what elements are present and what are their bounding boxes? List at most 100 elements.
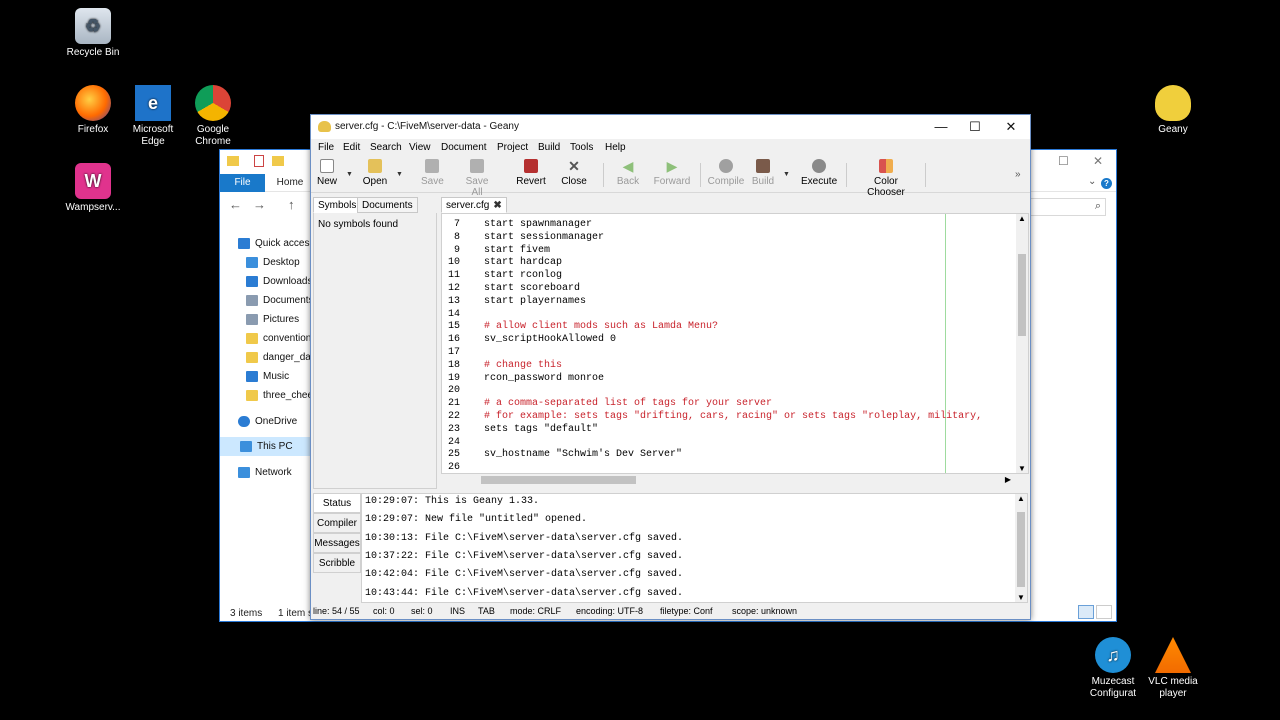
chevron-down-icon[interactable]: ▼ [783,171,790,178]
close-icon[interactable]: ✕ [1093,154,1103,168]
back-arrow-icon[interactable]: ← [229,197,242,212]
tab-status[interactable]: Status [313,493,361,513]
menu-document[interactable]: Document [441,142,487,153]
nav-item-this-pc[interactable]: This PC [220,437,312,456]
editor-vertical-scrollbar[interactable]: ▲ ▼ [1016,214,1028,473]
tab-scribble[interactable]: Scribble [313,553,361,573]
ribbon-tab-file[interactable]: File [220,174,265,192]
code-line[interactable]: 9 start fivem [442,244,922,257]
geany-titlebar[interactable]: server.cfg - C:\FiveM\server-data - Gean… [311,115,1030,139]
nav-item-downloads[interactable]: Downloads [246,272,312,291]
toolbar-overflow-icon[interactable]: » [1015,169,1021,180]
save-button[interactable]: Save [421,159,444,187]
chevron-down-icon[interactable]: ▼ [396,171,403,178]
code-line[interactable]: 14 [442,308,922,321]
open-button[interactable]: Open [362,159,388,187]
compile-button[interactable]: Compile [707,159,745,187]
code-line[interactable]: 22 # for example: sets tags "drifting, ca… [442,410,982,423]
code-line[interactable]: 25 sv_hostname "Schwim's Dev Server" [442,448,922,461]
tab-symbols[interactable]: Symbols [313,197,362,213]
tab-compiler[interactable]: Compiler [313,513,361,533]
forward-button[interactable]: ▶ Forward [653,159,691,187]
forward-arrow-icon[interactable]: → [253,197,266,212]
code-line[interactable]: 13 start playernames [442,295,922,308]
scroll-up-icon[interactable]: ▲ [1017,494,1025,503]
ribbon-tab-home[interactable]: Home [270,174,310,192]
nav-item-danger-day[interactable]: danger_day [246,348,316,367]
details-view-icon[interactable] [1078,605,1094,619]
desktop-icon-wampserver[interactable]: W Wampserv... [53,163,133,214]
tab-documents[interactable]: Documents [357,197,418,213]
build-button[interactable]: Build [751,159,775,187]
close-icon[interactable]: ✕ [997,118,1025,136]
desktop-icon-geany[interactable]: Geany [1133,85,1213,136]
code-line[interactable]: 17 [442,346,922,359]
editor-horizontal-scrollbar[interactable]: ▶ [441,474,1029,486]
close-tab-icon[interactable]: ✖ [493,198,501,213]
nav-item-quick-access[interactable]: Quick access [238,234,314,253]
new-button[interactable]: New [316,159,338,187]
log-vertical-scrollbar[interactable]: ▲ ▼ [1015,494,1027,602]
desktop-icon-recycle-bin[interactable]: ♻ Recycle Bin [53,8,133,59]
chevron-down-icon[interactable]: ▼ [346,171,353,178]
geany-window[interactable]: server.cfg - C:\FiveM\server-data - Gean… [310,114,1031,620]
maximize-icon[interactable]: ☐ [961,118,989,136]
code-line[interactable]: 11 start rconlog [442,269,922,282]
scroll-down-icon[interactable]: ▼ [1017,593,1025,602]
save-all-button[interactable]: Save All [459,159,495,198]
menu-help[interactable]: Help [605,142,626,153]
code-line[interactable]: 18 # change this [442,359,922,372]
scrollbar-thumb[interactable] [1017,512,1025,587]
revert-button[interactable]: Revert [515,159,547,187]
desktop-icon-vlc[interactable]: VLC media player [1133,637,1213,700]
code-line[interactable]: 16 sv_scriptHookAllowed 0 [442,333,922,346]
maximize-icon[interactable]: ☐ [1058,154,1069,168]
properties-icon[interactable] [254,155,264,167]
code-line[interactable]: 19 rcon_password monroe [442,372,922,385]
nav-item-music[interactable]: Music [246,367,289,386]
menu-file[interactable]: File [318,142,334,153]
scrollbar-thumb[interactable] [1018,254,1026,336]
code-line[interactable]: 20 [442,384,922,397]
code-line[interactable]: 24 [442,436,922,449]
scroll-down-icon[interactable]: ▼ [1018,464,1026,473]
menu-view[interactable]: View [409,142,431,153]
close-file-button[interactable]: ✕ Close [561,159,587,187]
code-line[interactable]: 10 start hardcap [442,256,922,269]
menu-tools[interactable]: Tools [570,142,593,153]
nav-item-pictures[interactable]: Pictures [246,310,299,329]
tab-messages[interactable]: Messages [313,533,361,553]
new-folder-icon[interactable] [272,156,284,166]
view-toggle[interactable] [1078,605,1112,619]
nav-item-documents[interactable]: Documents [246,291,314,310]
code-line[interactable]: 15 # allow client mods such as Lamda Menu… [442,320,922,333]
execute-button[interactable]: Execute [801,159,837,187]
nav-item-onedrive[interactable]: OneDrive [238,412,297,431]
explorer-search-input[interactable]: ⌕ [1020,198,1106,216]
desktop-icon-chrome[interactable]: Google Chrome [173,85,253,148]
nav-item-desktop[interactable]: Desktop [246,253,300,272]
large-icons-view-icon[interactable] [1096,605,1112,619]
menu-build[interactable]: Build [538,142,560,153]
code-line[interactable]: 21 # a comma-separated list of tags for y… [442,397,922,410]
editor-tab-server-cfg[interactable]: server.cfg ✖ [441,197,507,213]
menu-edit[interactable]: Edit [343,142,360,153]
code-line[interactable]: 26 [442,461,922,473]
code-editor[interactable]: ▲ ▼ 7 start spawnmanager 8 start sessionman… [441,213,1029,474]
up-arrow-icon[interactable]: ↑ [288,197,295,212]
code-line[interactable]: 8 start sessionmanager [442,231,922,244]
code-line[interactable]: 12 start scoreboard [442,282,922,295]
minimize-icon[interactable]: — [927,118,955,136]
nav-item-three-cheer[interactable]: three_cheer [246,386,316,405]
scroll-up-icon[interactable]: ▲ [1018,214,1026,223]
status-log[interactable]: ▲ ▼ 10:29:07: This is Geany 1.33. 10:29:0… [361,493,1028,603]
code-line[interactable]: 23 sets tags "default" [442,423,922,436]
code-line[interactable]: 7 start spawnmanager [442,218,922,231]
nav-item-network[interactable]: Network [238,463,292,482]
scrollbar-thumb[interactable] [481,476,636,484]
color-chooser-button[interactable]: Color Chooser [854,159,918,198]
menu-project[interactable]: Project [497,142,528,153]
help-icon[interactable]: ? [1101,178,1112,189]
scroll-right-icon[interactable]: ▶ [1005,475,1011,484]
menu-search[interactable]: Search [370,142,402,153]
